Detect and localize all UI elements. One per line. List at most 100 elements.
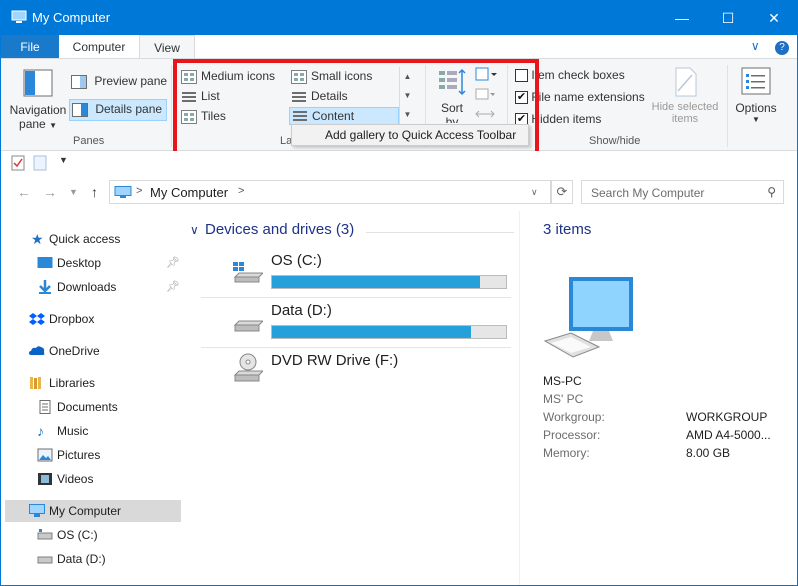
- computer-icon: [29, 504, 45, 517]
- tab-view[interactable]: View: [139, 35, 195, 59]
- search-input[interactable]: Search My Computer: [591, 186, 704, 200]
- group-divider: [366, 232, 514, 233]
- drive-usage-bar: [271, 325, 507, 339]
- navigation-pane-label-1: Navigation: [9, 103, 67, 117]
- nav-item-onedrive[interactable]: OneDrive: [1, 340, 181, 362]
- details-item-count: 3 items: [543, 221, 592, 238]
- documents-icon: [39, 400, 51, 414]
- details-pane-button[interactable]: Details pane: [69, 99, 168, 121]
- devices-group-header[interactable]: Devices and drives (3): [205, 221, 354, 238]
- search-box[interactable]: Search My Computer ⚲: [581, 180, 784, 204]
- breadcrumb-my-computer[interactable]: My Computer: [150, 185, 228, 200]
- tabs-strip: ∨ ?: [195, 35, 797, 59]
- breadcrumb-separator[interactable]: >: [136, 185, 142, 197]
- details-subtitle: MS' PC: [543, 392, 584, 406]
- nav-item-documents[interactable]: Documents: [1, 396, 181, 418]
- libraries-icon: [30, 377, 41, 389]
- nav-label: My Computer: [49, 504, 122, 518]
- back-icon[interactable]: ←: [17, 184, 31, 200]
- nav-label: OS (C:): [57, 528, 98, 542]
- nav-item-dropbox[interactable]: Dropbox: [1, 308, 181, 330]
- nav-label: Dropbox: [49, 312, 95, 326]
- maximize-button[interactable]: ☐: [705, 1, 751, 35]
- drive-name: Data (D:): [271, 302, 332, 319]
- hide-selected-label-2: items: [671, 113, 699, 125]
- chevron-down-icon: ▼: [49, 121, 57, 130]
- minimize-button[interactable]: —: [659, 1, 705, 35]
- onedrive-icon: [29, 346, 45, 355]
- address-dropdown-icon[interactable]: ∨: [531, 187, 538, 198]
- details-workgroup-value: WORKGROUP: [686, 410, 768, 424]
- nav-item-data-d[interactable]: Data (D:): [1, 548, 181, 570]
- drive-item-os-c[interactable]: OS (C:): [201, 251, 511, 295]
- recent-locations-icon[interactable]: ▼: [69, 187, 78, 197]
- drive-name: DVD RW Drive (F:): [271, 352, 399, 369]
- nav-item-os-c[interactable]: OS (C:): [1, 524, 181, 546]
- pictures-icon: [37, 448, 53, 462]
- nav-item-music[interactable]: ♪ Music: [1, 420, 181, 442]
- drive-icon: [37, 556, 53, 564]
- details-processor-value: AMD A4-5000...: [686, 428, 771, 442]
- nav-label: Desktop: [57, 256, 102, 270]
- nav-item-quick-access[interactable]: ★ Quick access: [1, 228, 181, 250]
- windows-drive-icon: [233, 262, 263, 283]
- drive-item-dvd-f[interactable]: DVD RW Drive (F:): [201, 351, 511, 395]
- hide-selected-items-button[interactable]: Hide selected items: [647, 65, 723, 129]
- options-icon: [741, 67, 771, 95]
- computer-icon: [11, 10, 27, 23]
- group-collapse-icon[interactable]: ∨: [190, 223, 199, 237]
- new-folder-icon[interactable]: [33, 155, 47, 171]
- help-icon[interactable]: ?: [775, 41, 789, 55]
- nav-item-pictures[interactable]: Pictures: [1, 444, 181, 466]
- computer-icon: [114, 186, 132, 198]
- hide-selected-icon: [675, 67, 697, 97]
- search-icon[interactable]: ⚲: [767, 185, 776, 199]
- options-button[interactable]: Options ▼: [731, 65, 781, 129]
- details-memory-label: Memory:: [543, 446, 590, 460]
- ribbon-separator: [727, 65, 728, 147]
- options-label: Options: [735, 101, 777, 115]
- breadcrumb-separator[interactable]: >: [238, 185, 244, 197]
- nav-label: Documents: [57, 400, 118, 414]
- up-icon[interactable]: ↑: [91, 184, 98, 200]
- customize-qat-icon[interactable]: ▼: [59, 155, 68, 165]
- tab-computer[interactable]: Computer: [59, 35, 139, 59]
- dvd-drive-icon: [233, 353, 263, 382]
- preview-pane-icon: [71, 75, 87, 89]
- nav-item-downloads[interactable]: Downloads 📌︎: [1, 276, 181, 298]
- properties-icon[interactable]: [11, 155, 25, 171]
- navigation-pane-button[interactable]: Navigation pane ▼: [9, 65, 67, 131]
- pin-icon[interactable]: 📌︎: [166, 252, 180, 274]
- collapse-ribbon-icon[interactable]: ∨: [751, 39, 760, 53]
- videos-icon: [38, 473, 52, 485]
- address-row: ← → ▼ ↑ > My Computer > ⟳ ∨ Search My Co…: [1, 177, 797, 209]
- drive-item-data-d[interactable]: Data (D:): [201, 301, 511, 345]
- navigation-pane-icon: [23, 69, 53, 97]
- downloads-icon: [39, 280, 51, 294]
- nav-label: Quick access: [49, 232, 121, 246]
- pane-divider[interactable]: [519, 211, 520, 585]
- details-processor-label: Processor:: [543, 428, 601, 442]
- address-bar[interactable]: > My Computer >: [109, 180, 551, 204]
- close-button[interactable]: ✕: [751, 1, 797, 35]
- forward-icon[interactable]: →: [43, 184, 57, 200]
- title-bar[interactable]: My Computer — ☐ ✕: [1, 1, 797, 35]
- quick-access-toolbar: ▼: [1, 151, 797, 175]
- pin-icon[interactable]: 📌︎: [166, 276, 180, 298]
- file-name-extensions-label: File name extensions: [531, 90, 645, 104]
- nav-label: Downloads: [57, 280, 117, 294]
- nav-label: Videos: [57, 472, 94, 486]
- nav-label: Libraries: [49, 376, 96, 390]
- tab-file[interactable]: File: [1, 35, 59, 59]
- panes-group-label: Panes: [73, 135, 105, 147]
- nav-item-desktop[interactable]: Desktop 📌︎: [1, 252, 181, 274]
- computer-large-icon: [543, 277, 633, 358]
- nav-item-libraries[interactable]: Libraries: [1, 372, 181, 394]
- refresh-button[interactable]: ⟳: [551, 180, 573, 204]
- nav-item-videos[interactable]: Videos: [1, 468, 181, 490]
- ribbon-separator: [171, 65, 172, 147]
- details-name: MS-PC: [543, 374, 582, 388]
- drive-name: OS (C:): [271, 252, 322, 269]
- preview-pane-button[interactable]: Preview pane: [71, 74, 167, 90]
- nav-item-my-computer[interactable]: My Computer: [5, 500, 181, 522]
